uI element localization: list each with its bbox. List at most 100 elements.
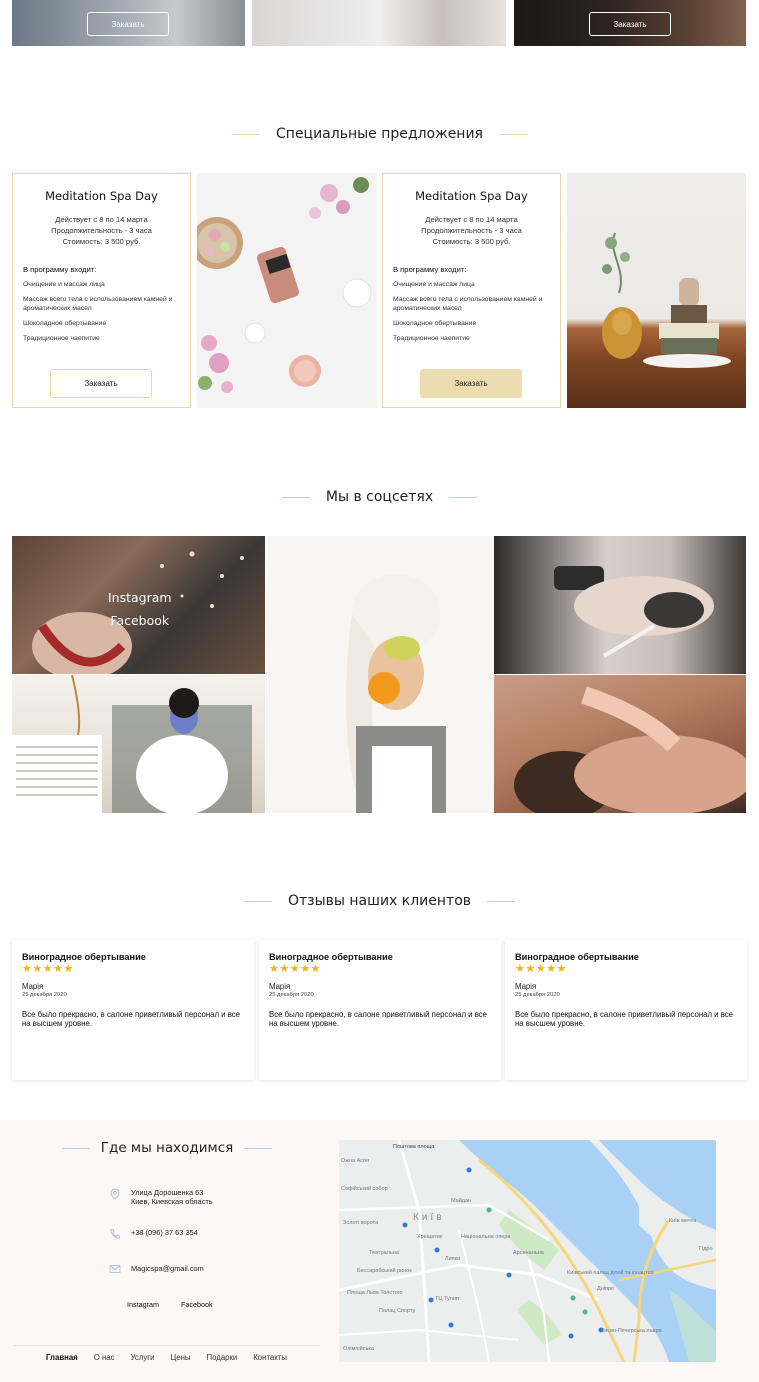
title-divider-left — [243, 900, 272, 902]
order-button[interactable]: Заказать — [87, 12, 169, 36]
review-author: Марія — [515, 982, 537, 991]
offer-item: Очищение и массаж лица — [23, 281, 105, 288]
map-label-city: Київ — [413, 1212, 445, 1223]
footer-divider — [14, 1345, 320, 1346]
bath-salts-illustration — [197, 177, 372, 393]
offer-item: Массаж всего тела с использованием камне… — [23, 295, 173, 313]
map-label: Арсенальна — [513, 1250, 544, 1256]
mail-icon — [109, 1264, 121, 1276]
offer-valid: Действует с 8 по 14 марта — [55, 215, 148, 224]
contacts-social-links: Instagram Facebook — [127, 1300, 213, 1309]
review-service: Виноградное обертывание — [515, 952, 639, 962]
address-item: Улица Дорошенка 63 Киев, Киевская област… — [109, 1188, 213, 1206]
review-text: Все было прекрасно, в салоне приветливый… — [22, 1010, 240, 1028]
offer-order-button[interactable]: Заказать — [420, 369, 522, 398]
map-label: Площа Льва Толстого — [347, 1290, 403, 1296]
map-label: Театральна — [369, 1250, 399, 1256]
offer-includes-title: В программу входит: — [23, 265, 97, 274]
contacts-title-text: Где мы находимся — [100, 1140, 234, 1156]
offer-item: Массаж всего тела с использованием камне… — [393, 295, 543, 313]
offer-price: Стоимость: 3 500 руб. — [432, 237, 511, 246]
service-card-photo: Заказать — [12, 0, 245, 46]
social-photo-massage — [494, 675, 746, 813]
location-pin-icon — [109, 1188, 121, 1200]
title-divider-left — [232, 133, 261, 135]
offer-title: Meditation Spa Day — [415, 189, 528, 203]
contacts-title: Где мы находимся — [62, 1140, 272, 1156]
review-card: Виноградное обертывание ★★★★★ Марія 25 д… — [505, 940, 747, 1080]
instagram-link[interactable]: Instagram — [127, 1300, 159, 1309]
reviews-list: Виноградное обертывание ★★★★★ Марія 25 д… — [12, 940, 747, 1080]
map-label: Софійський собор — [341, 1186, 388, 1192]
social-title-text: Мы в соцсетях — [325, 489, 434, 505]
title-divider-right — [487, 900, 516, 902]
map-label: Київ мечта — [669, 1218, 697, 1224]
offer-valid: Действует с 8 по 14 марта — [425, 215, 518, 224]
social-photo-grid: Instagram Facebook — [12, 536, 746, 813]
address-text: Улица Дорошенка 63 Киев, Киевская област… — [131, 1188, 213, 1206]
top-service-strip: Заказать Заказать — [12, 0, 746, 46]
reviews-section-title: Отзывы наших клиентов — [0, 893, 759, 909]
footer-nav: Главная О нас Услуги Цены Подарки Контак… — [46, 1353, 287, 1362]
nav-item-prices[interactable]: Цены — [170, 1353, 190, 1362]
nav-item-services[interactable]: Услуги — [131, 1353, 155, 1362]
social-photo-towel-mask — [266, 536, 494, 813]
phone-item[interactable]: +38 (096) 37 63 354 — [109, 1228, 198, 1240]
email-item[interactable]: Magicspa@gmail.com — [109, 1264, 204, 1276]
offer-photo-soap-table — [567, 173, 746, 408]
review-date: 25 декабря 2020 — [269, 992, 314, 998]
map-label: Київський палац дітей та юнацтва — [567, 1270, 654, 1276]
offer-price: Стоимость: 3 500 руб. — [62, 237, 141, 246]
review-card: Виноградное обертывание ★★★★★ Марія 25 д… — [12, 940, 254, 1080]
nav-item-contacts[interactable]: Контакты — [253, 1353, 287, 1362]
phone-text[interactable]: +38 (096) 37 63 354 — [131, 1228, 198, 1237]
email-text[interactable]: Magicspa@gmail.com — [131, 1264, 204, 1273]
offer-duration: Продолжительность - 3 часа — [51, 226, 152, 235]
facebook-link[interactable]: Facebook — [108, 609, 172, 632]
nav-item-home[interactable]: Главная — [46, 1353, 78, 1362]
location-map[interactable]: Поштова площа Ожна Асоя Софійський собор… — [339, 1140, 716, 1362]
map-label: Гідро — [699, 1246, 713, 1252]
offer-items-list: Очищение и массаж лица Массаж всего тела… — [23, 280, 180, 344]
map-label: Олімпійська — [343, 1346, 374, 1352]
review-service: Виноградное обертывание — [22, 952, 146, 962]
offer-meta: Действует с 8 по 14 марта Продолжительно… — [393, 214, 550, 247]
offer-item: Шоколадное обертывание — [393, 320, 477, 328]
face-mask-illustration — [12, 675, 252, 813]
review-card: Виноградное обертывание ★★★★★ Марія 25 д… — [259, 940, 501, 1080]
map-label: Липки — [445, 1256, 461, 1262]
offer-order-button[interactable]: Заказать — [50, 369, 152, 398]
soap-table-illustration — [602, 232, 731, 368]
map-label: Майдан — [451, 1198, 472, 1204]
order-button[interactable]: Заказать — [589, 12, 671, 36]
instagram-link[interactable]: Instagram — [108, 586, 172, 609]
towel-mask-illustration — [345, 574, 446, 813]
nav-item-about[interactable]: О нас — [94, 1353, 115, 1362]
contacts-section: Где мы находимся Улица Дорошенка 63 Киев… — [0, 1120, 759, 1382]
map-label: Ожна Асоя — [341, 1158, 370, 1164]
nav-item-gifts[interactable]: Подарки — [207, 1353, 238, 1362]
review-date: 25 декабря 2020 — [22, 992, 67, 998]
offer-item: Традиционное чаепитие — [393, 335, 470, 343]
massage-illustration — [514, 686, 746, 813]
review-service: Виноградное обертывание — [269, 952, 393, 962]
map-label: Палац Спорту — [379, 1308, 416, 1314]
map-label: ТЦ Тулип — [435, 1296, 459, 1302]
review-author: Марія — [22, 982, 44, 991]
offer-title: Meditation Spa Day — [45, 189, 158, 203]
offer-meta: Действует с 8 по 14 марта Продолжительно… — [23, 214, 180, 247]
map-label: Хрещатик — [417, 1234, 443, 1240]
title-divider-right — [243, 1147, 272, 1149]
offer-duration: Продолжительность - 3 часа — [421, 226, 522, 235]
star-rating-icon: ★★★★★ — [515, 963, 567, 975]
service-card-photo: Заказать — [514, 0, 746, 46]
facebook-link[interactable]: Facebook — [181, 1300, 213, 1309]
offers-title-text: Специальные предложения — [276, 126, 483, 142]
offer-card: Meditation Spa Day Действует с 8 по 14 м… — [12, 173, 191, 408]
social-photo-makeup: Instagram Facebook — [12, 536, 265, 674]
star-rating-icon: ★★★★★ — [269, 963, 321, 975]
review-date: 25 декабря 2020 — [515, 992, 560, 998]
offer-card: Meditation Spa Day Действует с 8 по 14 м… — [382, 173, 561, 408]
review-author: Марія — [269, 982, 291, 991]
offer-photo-bath-salts — [197, 173, 377, 408]
